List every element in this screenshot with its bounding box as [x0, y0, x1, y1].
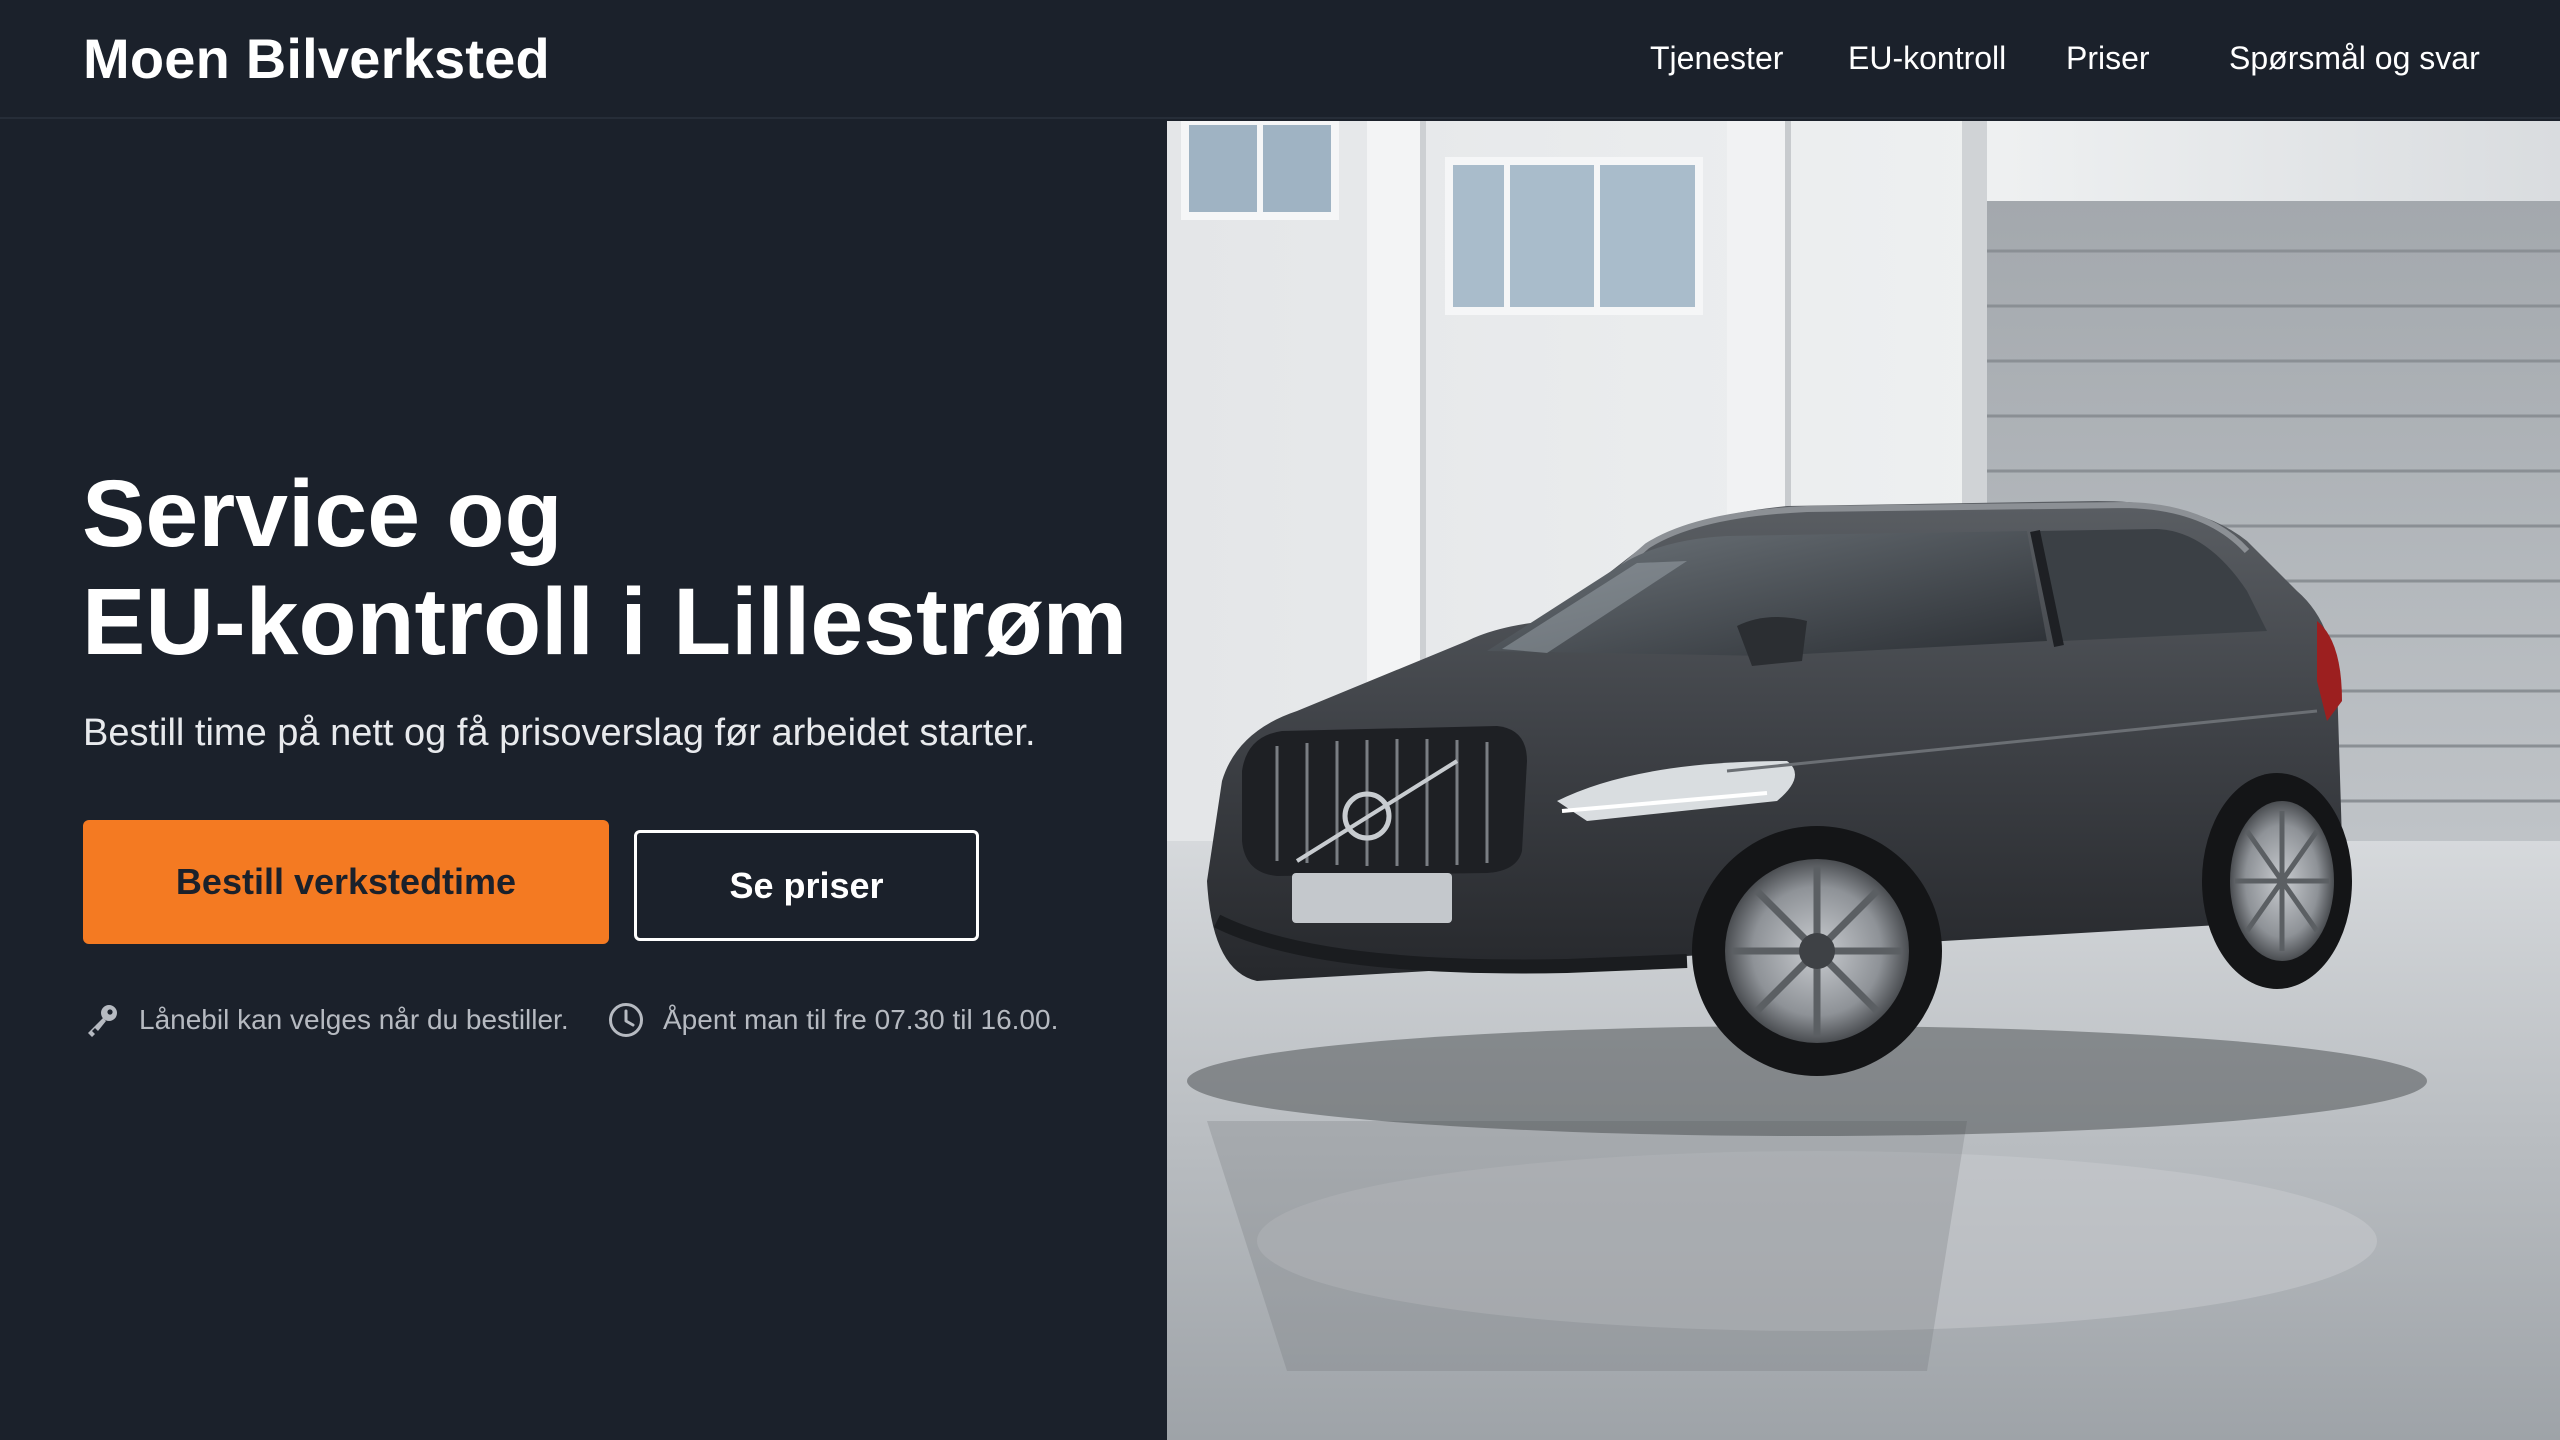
- loaner-car-info: Lånebil kan velges når du bestiller.: [83, 1000, 569, 1040]
- main-nav: Tjenester EU-kontroll Priser Spørsmål og…: [0, 40, 2560, 80]
- hero-headline-line-2: EU-kontroll i Lillestrøm: [82, 569, 1128, 675]
- nav-item-sporsmal-og-svar[interactable]: Spørsmål og svar: [2229, 40, 2480, 77]
- opening-hours-text: Åpent man til fre 07.30 til 16.00.: [663, 1004, 1059, 1035]
- car-photo: [1167, 121, 2560, 1440]
- nav-item-priser[interactable]: Priser: [2066, 40, 2150, 77]
- clock-icon: [609, 1003, 643, 1037]
- nav-item-eu-kontroll[interactable]: EU-kontroll: [1848, 40, 2006, 77]
- site-header: Moen Bilverksted Tjenester EU-kontroll P…: [0, 0, 2560, 119]
- hero-headline-line-1: Service og: [82, 461, 563, 567]
- hero-image: [1167, 121, 2560, 1440]
- nav-item-tjenester[interactable]: Tjenester: [1650, 40, 1783, 77]
- see-prices-button[interactable]: Se priser: [634, 830, 979, 941]
- hero-headline: Service og EU-kontroll i Lillestrøm: [82, 460, 1162, 676]
- opening-hours-info: Åpent man til fre 07.30 til 16.00.: [607, 1000, 1058, 1040]
- book-appointment-button[interactable]: Bestill verkstedtime: [83, 820, 609, 944]
- hero-subline: Bestill time på nett og få prisoverslag …: [83, 712, 1036, 754]
- key-icon: [88, 1005, 117, 1037]
- loaner-car-text: Lånebil kan velges når du bestiller.: [139, 1004, 569, 1035]
- hero-text-panel: [0, 121, 1167, 1440]
